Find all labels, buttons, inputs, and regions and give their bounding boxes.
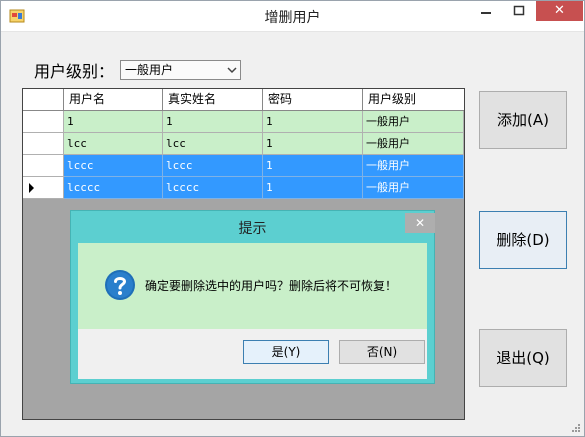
cell-realname[interactable]: lccc [163,155,263,177]
main-window: 增删用户 ✕ 用户级别： 一般用户 用户名 真实姓名 密码 用户级别 1 1 1… [0,0,585,437]
cell-password[interactable]: 1 [263,177,363,199]
cell-username[interactable]: lcccc [64,177,163,199]
user-level-select[interactable]: 一般用户 [120,60,241,80]
chevron-down-icon [227,67,237,74]
cell-level[interactable]: 一般用户 [363,155,464,177]
close-icon: ✕ [554,3,565,18]
no-button[interactable]: 否(N) [339,340,425,364]
cell-password[interactable]: 1 [263,133,363,155]
dialog-body: 确定要删除选中的用户吗？删除后将不可恢复！ [78,243,427,329]
cell-realname[interactable]: lcc [163,133,263,155]
cell-username[interactable]: lccc [64,155,163,177]
column-header[interactable]: 真实姓名 [163,89,263,110]
cell-password[interactable]: 1 [263,155,363,177]
close-button[interactable]: ✕ [536,1,583,21]
cell-level[interactable]: 一般用户 [363,133,464,155]
table-row[interactable]: lcc lcc 1 一般用户 [23,133,464,155]
dialog-footer: 是(Y) 否(N) [78,329,427,379]
add-button[interactable]: 添加(A) [479,91,567,149]
cell-level[interactable]: 一般用户 [363,111,464,133]
minimize-icon [481,12,491,14]
question-icon [105,270,135,300]
maximize-button[interactable] [504,1,534,21]
cell-username[interactable]: lcc [64,133,163,155]
row-header[interactable] [23,133,64,155]
table-row[interactable]: 1 1 1 一般用户 [23,111,464,133]
delete-button[interactable]: 删除(D) [479,211,567,269]
cell-password[interactable]: 1 [263,111,363,133]
maximize-icon [513,5,525,16]
row-header[interactable] [23,155,64,177]
resize-grip-icon[interactable] [571,423,581,433]
cell-realname[interactable]: lcccc [163,177,263,199]
table-row[interactable]: lccc lccc 1 一般用户 [23,155,464,177]
column-header[interactable]: 密码 [263,89,363,110]
cell-username[interactable]: 1 [64,111,163,133]
title-bar: 增删用户 ✕ [1,1,584,32]
row-header[interactable] [23,111,64,133]
grid-header: 用户名 真实姓名 密码 用户级别 [23,89,464,111]
cell-realname[interactable]: 1 [163,111,263,133]
yes-button[interactable]: 是(Y) [243,340,329,364]
column-header[interactable]: 用户名 [64,89,163,110]
minimize-button[interactable] [471,1,501,21]
confirm-dialog: 提示 ✕ 确定要删除选中的用户吗？删除后将不可恢复！ 是(Y) 否(N) [70,210,435,384]
column-header[interactable]: 用户级别 [363,89,464,110]
dialog-message: 确定要删除选中的用户吗？删除后将不可恢复！ [145,279,398,293]
user-level-label: 用户级别： [34,62,115,81]
current-row-indicator-icon [29,183,34,193]
cell-level[interactable]: 一般用户 [363,177,464,199]
dialog-close-button[interactable]: ✕ [405,213,435,233]
table-row[interactable]: lcccc lcccc 1 一般用户 [23,177,464,199]
dialog-title: 提示 [238,221,267,237]
corner-header [23,89,64,110]
row-header[interactable] [23,177,64,199]
close-icon: ✕ [414,216,426,230]
user-level-selected: 一般用户 [125,63,174,77]
exit-button[interactable]: 退出(Q) [479,329,567,387]
